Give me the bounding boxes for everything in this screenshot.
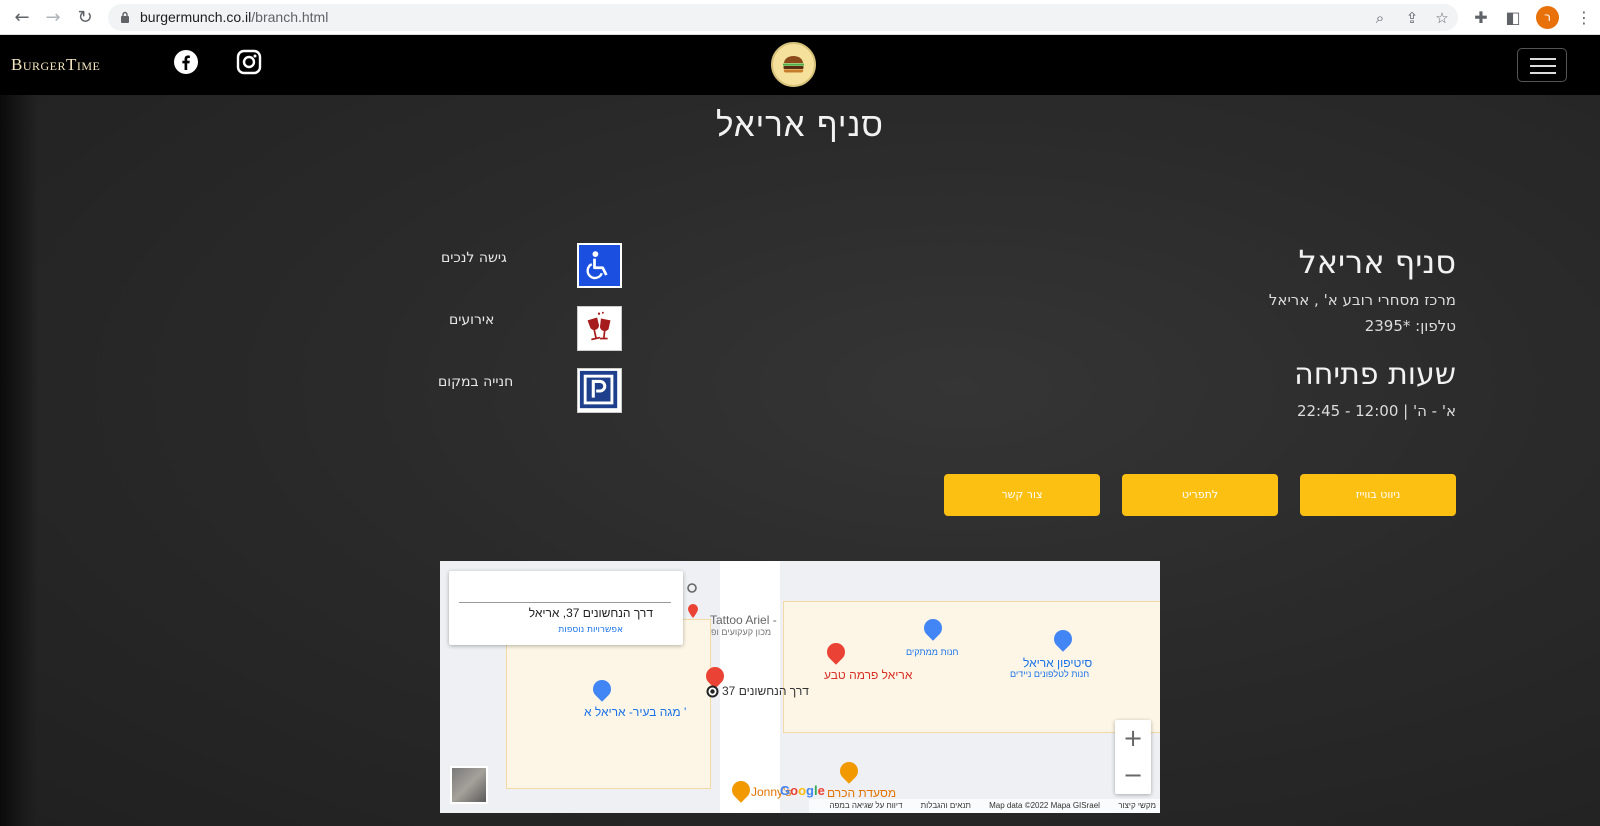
menu-toggle-button[interactable] [1517,48,1567,82]
branch-address: מרכז מסחרי רובע א' , אריאל [1268,291,1456,309]
contact-button[interactable]: צור קשר [944,474,1100,516]
browser-toolbar: ← → ↻ burgermunch.co.il/branch.html ⌕ ⇪ … [0,0,1600,35]
street-view-thumbnail[interactable] [450,766,488,804]
map-label-marker-address: דרך הנחשונים 37 [722,684,809,698]
map-data-credit: Map data ©2022 Mapa GISrael [989,801,1100,810]
page-title: סניף אריאל [716,105,884,144]
restaurant-pin-icon[interactable] [836,758,862,784]
facebook-icon[interactable] [173,49,199,75]
branch-info: סניף אריאל מרכז מסחרי רובע א' , אריאל טל… [1269,243,1456,428]
report-error-link[interactable]: דיווח על שגיאה במפה [829,801,902,810]
zoom-icon[interactable]: ⌕ [1370,8,1390,28]
menu-button[interactable]: לתפריט [1122,474,1278,516]
card-address: דרך הנחשונים 37, אריאל [528,606,653,620]
back-arrow-icon[interactable]: ← [10,6,34,30]
url-text: burgermunch.co.il/branch.html [140,9,329,25]
terms-link[interactable]: תנאים והגבלות [921,801,971,810]
decorative-border [0,95,38,826]
burger-logo[interactable] [771,42,816,87]
reload-icon[interactable]: ↻ [73,6,97,30]
parking-icon [577,368,622,413]
google-logo: Google [780,783,825,798]
side-panel-icon[interactable]: ◧ [1502,7,1524,29]
map-info-card: דרך הנחשונים 37, אריאל אפשרויות נוספות [449,571,698,645]
route-input-line[interactable] [459,602,671,603]
feature-label-events: אירועים [449,312,495,328]
instagram-icon[interactable] [236,49,262,75]
keyboard-shortcuts-link[interactable]: מקשי קיצור [1118,801,1156,810]
address-bar[interactable]: burgermunch.co.il/branch.html ⌕ ⇪ ☆ [108,4,1458,31]
zoom-in-button[interactable]: + [1115,720,1151,756]
share-icon[interactable]: ⇪ [1402,8,1422,28]
more-options-link[interactable]: אפשרויות נוספות [558,625,623,635]
map-label-city-phone-sub: חנות לטלפונים ניידים [1010,669,1090,679]
destination-pin-icon [688,604,698,618]
extensions-puzzle-icon[interactable]: ✚ [1470,7,1492,29]
hours-title: שעות פתיחה [1294,357,1456,392]
origin-circle-icon [687,583,697,593]
map-attribution: מקשי קיצור Map data ©2022 Mapa GISrael ת… [809,799,1160,813]
lock-icon [121,11,129,23]
map-label-candy[interactable]: חנות ממתקים [906,647,958,657]
menu-dots-icon[interactable]: ⋮ [1573,7,1595,29]
branch-phone: טלפון: *2395 [1364,317,1456,335]
site-navbar: BurgerTime [0,35,1600,95]
opening-hours: א' - ה' | 12:00 - 22:45 [1296,402,1456,420]
wheelchair-icon [577,243,622,288]
forward-arrow-icon[interactable]: → [41,6,65,30]
branch-name: סניף אריאל [1298,243,1456,281]
map-label-tattoo-sub: מכון קעקועים ופ [711,627,772,637]
bookmark-star-icon[interactable]: ☆ [1432,8,1452,28]
google-map[interactable]: דרך הנחשונים 37, אריאל אפשרויות נוספות T… [440,561,1160,813]
brand-logo-text[interactable]: BurgerTime [11,55,100,75]
feature-label-accessibility: גישה לנכים [441,250,507,266]
burger-icon [783,56,804,73]
map-label-pharma[interactable]: אריאל פרמה טבע [824,668,912,682]
main-content: סניף אריאל סניף אריאל מרכז מסחרי רובע א'… [0,95,1600,826]
profile-avatar[interactable]: ר [1536,6,1559,29]
waze-directions-button[interactable]: ניווט בווייז [1300,474,1456,516]
zoom-controls: + − [1115,720,1151,794]
map-label-tattoo[interactable]: Tattoo Ariel - [710,613,777,627]
location-dot-icon [706,685,719,698]
map-label-city-phone[interactable]: סיטיפון אריאל [1023,656,1092,670]
zoom-out-button[interactable]: − [1115,757,1151,793]
map-label-restaurant[interactable]: מסעדת הכרם [827,786,896,800]
map-area-block [783,601,1160,733]
map-label-mega[interactable]: מגה בעיר- אריאל א ' [584,705,686,719]
wine-glasses-icon [577,306,622,351]
feature-label-parking: חנייה במקום [438,374,514,390]
